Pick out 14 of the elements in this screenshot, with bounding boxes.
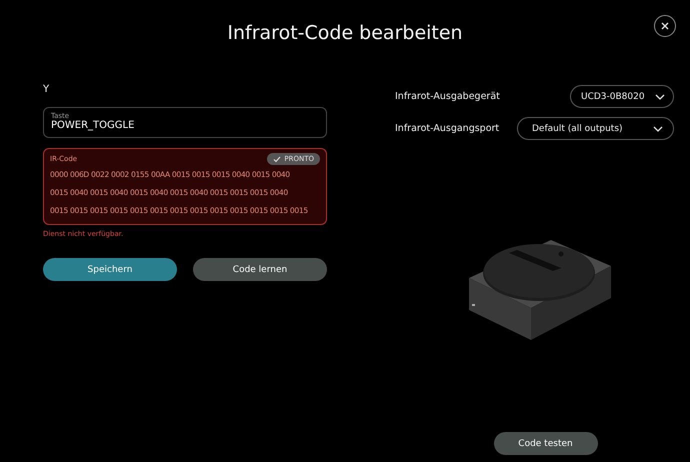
dialog-title: Infrarot-Code bearbeiten — [227, 22, 463, 44]
learn-button[interactable]: Code lernen — [193, 258, 327, 281]
chevron-icon — [653, 126, 663, 132]
test-code-button[interactable]: Code testen — [494, 432, 598, 455]
port-label: Infrarot-Ausgangsport — [395, 123, 500, 134]
close-icon — [660, 21, 670, 31]
save-button[interactable]: Speichern — [43, 258, 177, 281]
check-icon — [273, 156, 282, 162]
port-dropdown[interactable]: Default (all outputs) — [517, 117, 674, 140]
button-name: Y — [43, 84, 50, 97]
chevron-icon — [655, 94, 665, 100]
device-label: Infrarot-Ausgabegerät — [395, 91, 500, 102]
device-dropdown[interactable]: UCD3-0B8020 — [570, 85, 674, 108]
close-button[interactable] — [654, 15, 676, 37]
